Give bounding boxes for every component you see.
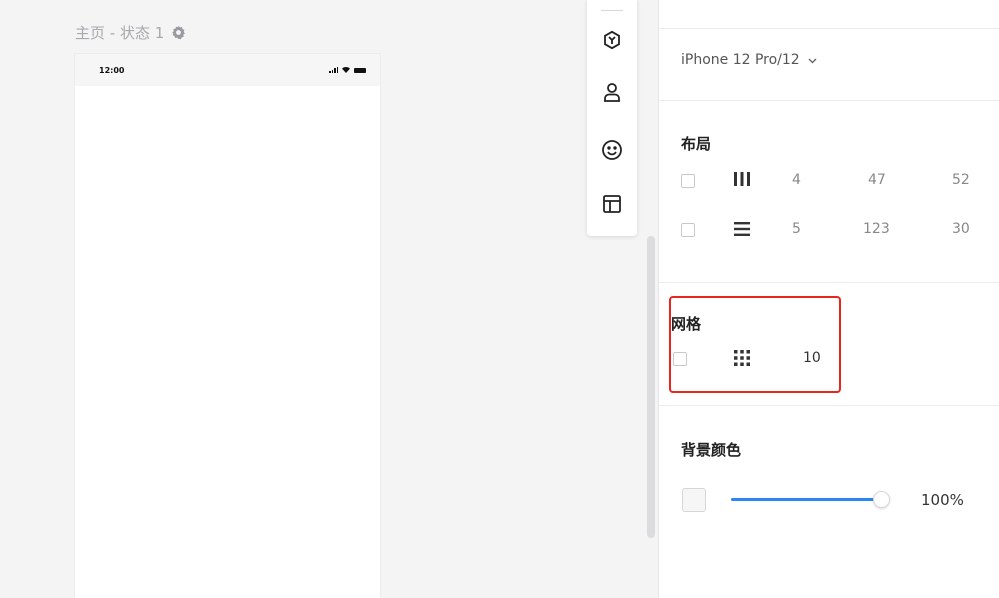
- layout-section-title: 布局: [681, 135, 712, 153]
- properties-panel: iPhone 12 Pro/12 布局 4 47 52 5 123 30 网格 …: [658, 0, 999, 598]
- status-icons: [329, 67, 366, 73]
- gear-icon[interactable]: [171, 25, 186, 40]
- columns-gap[interactable]: 52: [952, 172, 970, 188]
- columns-width[interactable]: 47: [868, 172, 886, 188]
- status-time: 12:00: [99, 65, 125, 75]
- divider: [659, 100, 999, 101]
- smiley-icon[interactable]: [599, 137, 625, 163]
- background-color-swatch[interactable]: [682, 488, 706, 512]
- divider: [659, 405, 999, 406]
- background-section-title: 背景颜色: [681, 441, 742, 459]
- layout-rows-checkbox[interactable]: [681, 223, 695, 237]
- rows-icon: [733, 221, 751, 241]
- wifi-icon: [342, 67, 350, 73]
- rows-gap[interactable]: 30: [952, 221, 970, 237]
- columns-icon: [733, 171, 751, 191]
- toolbar-divider: [601, 10, 623, 11]
- layout-rows-row: 5 123 30: [681, 219, 981, 241]
- divider: [659, 28, 999, 29]
- layout-columns-row: 4 47 52: [681, 170, 981, 192]
- device-name: iPhone 12 Pro/12: [681, 52, 800, 68]
- layout-columns-checkbox[interactable]: [681, 174, 695, 188]
- phone-status-bar: 12:00: [75, 54, 380, 86]
- page-label-text: 主页 - 状态 1: [75, 24, 165, 42]
- rows-count[interactable]: 5: [792, 221, 801, 237]
- device-selector[interactable]: iPhone 12 Pro/12: [681, 52, 817, 68]
- opacity-value[interactable]: 100%: [921, 491, 964, 509]
- battery-icon: [354, 67, 366, 73]
- rows-height[interactable]: 123: [863, 221, 890, 237]
- signal-icon: [329, 67, 338, 73]
- opacity-slider[interactable]: [731, 490, 891, 510]
- canvas-scrollbar[interactable]: [647, 236, 655, 538]
- design-canvas[interactable]: 主页 - 状态 1 12:00: [0, 0, 658, 598]
- slider-handle[interactable]: [873, 491, 890, 508]
- layout-icon[interactable]: [599, 191, 625, 217]
- person-icon[interactable]: [599, 80, 625, 106]
- floating-toolbar: [587, 0, 637, 236]
- cube-icon[interactable]: [599, 27, 625, 53]
- chevron-down-icon: [808, 53, 817, 67]
- slider-fill: [731, 498, 881, 501]
- phone-frame[interactable]: 12:00: [75, 54, 380, 598]
- columns-count[interactable]: 4: [792, 172, 801, 188]
- grid-highlight-box: [669, 296, 841, 393]
- page-label[interactable]: 主页 - 状态 1: [75, 22, 186, 43]
- divider: [659, 282, 999, 283]
